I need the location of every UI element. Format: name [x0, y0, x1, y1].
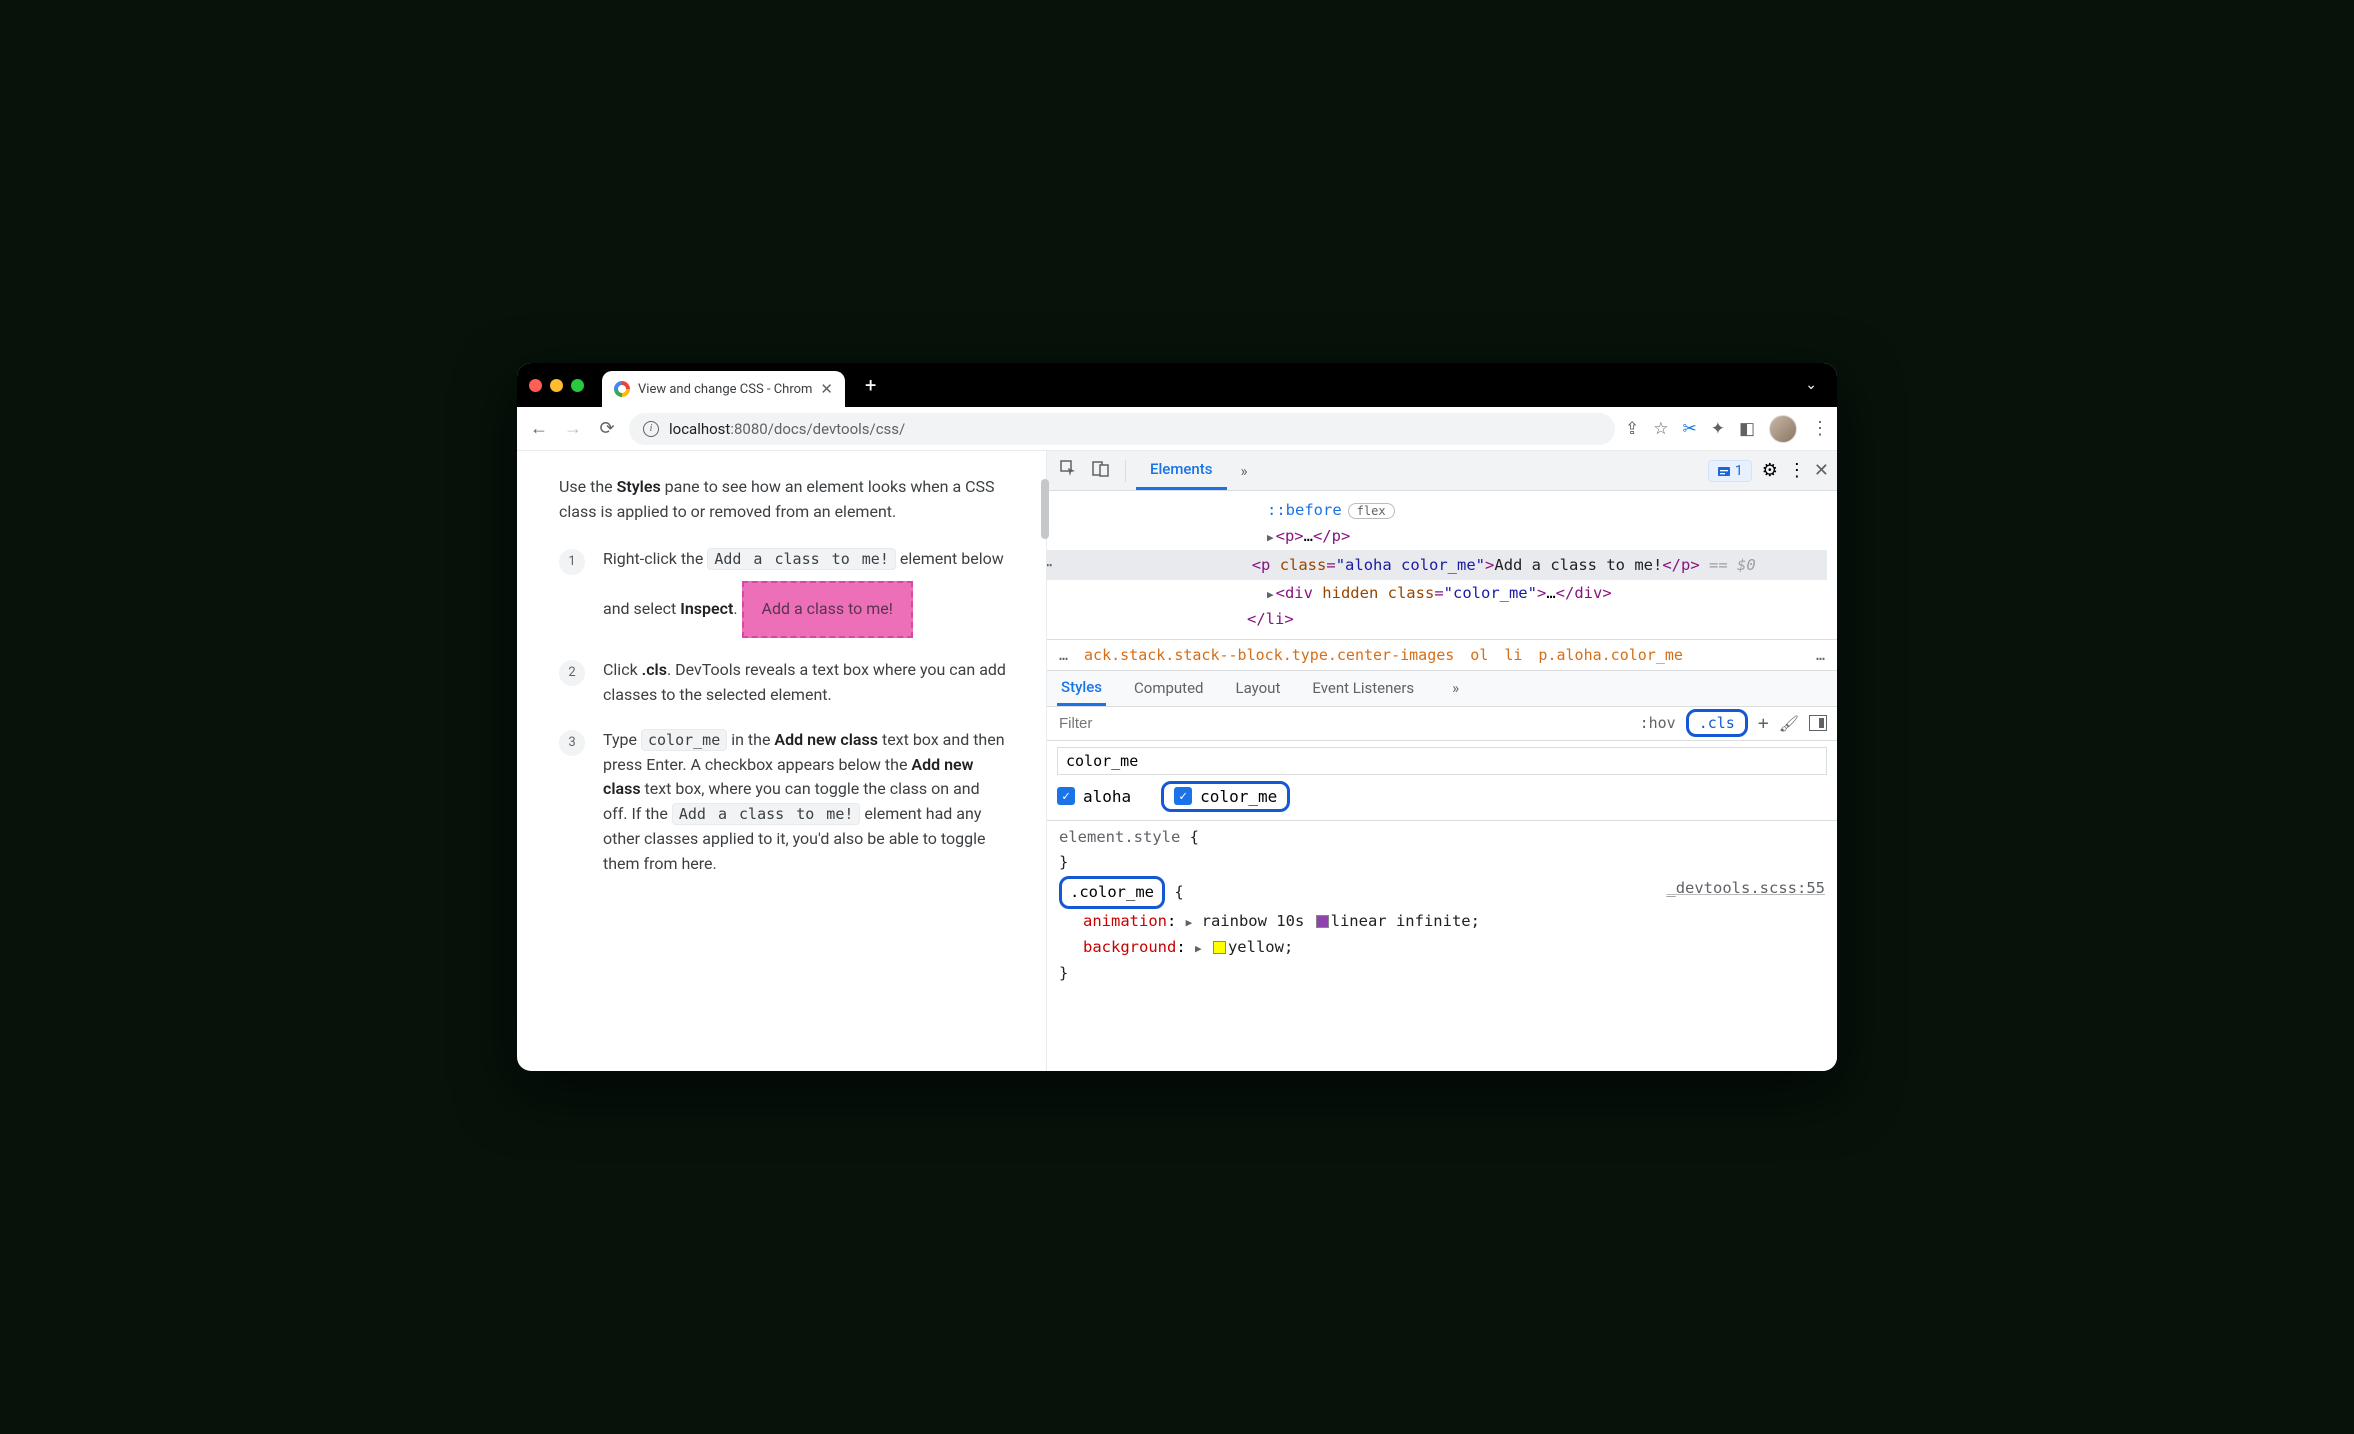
css-rules[interactable]: element.style { } .color_me { _devtools.…	[1047, 821, 1837, 994]
side-panel-icon[interactable]: ◧	[1739, 419, 1755, 439]
class-checkbox-aloha[interactable]: ✓ aloha	[1057, 781, 1131, 812]
crumb-ellipsis[interactable]: …	[1059, 646, 1068, 664]
step-1: 1 Right-click the Add a class to me! ele…	[559, 547, 1006, 639]
step-number: 1	[559, 549, 585, 575]
profile-avatar[interactable]	[1769, 415, 1797, 443]
tab-title: View and change CSS - Chrom	[638, 382, 812, 397]
chrome-menu-icon[interactable]: ⋮	[1811, 418, 1827, 439]
device-toggle-icon[interactable]	[1087, 460, 1115, 482]
styles-subtab[interactable]: Styles	[1057, 671, 1106, 706]
css-declaration[interactable]: animation: ▶ rainbow 10s linear infinite…	[1059, 909, 1825, 935]
devtools-panel: Elements » 1 ⚙ ⋮ ✕ ::beforeflex ▶<p>…</p…	[1047, 451, 1837, 1071]
new-tab-button[interactable]: +	[853, 373, 888, 397]
forward-button[interactable]: →	[561, 418, 585, 439]
class-editor: ✓ aloha ✓ color_me	[1047, 741, 1837, 821]
demo-add-class-box[interactable]: Add a class to me!	[742, 581, 913, 638]
step-3: 3 Type color_me in the Add new class tex…	[559, 728, 1006, 877]
issues-badge[interactable]: 1	[1708, 460, 1752, 482]
back-button[interactable]: ←	[527, 418, 551, 439]
page-content: Use the Styles pane to see how an elemen…	[517, 451, 1047, 1071]
color-swatch-icon[interactable]	[1213, 941, 1226, 954]
element-style-label: element.style	[1059, 828, 1180, 846]
more-subtabs-icon[interactable]: »	[1442, 679, 1469, 697]
cls-toggle[interactable]: .cls	[1686, 709, 1748, 737]
devtools-close-icon[interactable]: ✕	[1814, 460, 1829, 481]
layout-subtab[interactable]: Layout	[1232, 671, 1285, 706]
css-declaration[interactable]: background: ▶ yellow;	[1059, 935, 1825, 961]
content-area: Use the Styles pane to see how an elemen…	[517, 451, 1837, 1071]
dom-tree[interactable]: ::beforeflex ▶<p>…</p> ⋯ <p class="aloha…	[1047, 491, 1837, 639]
easing-swatch-icon[interactable]	[1316, 915, 1329, 928]
selected-dom-node[interactable]: ⋯ <p class="aloha color_me">Add a class …	[1047, 550, 1827, 580]
expand-triangle-icon[interactable]: ▶	[1267, 531, 1274, 544]
chrome-favicon-icon	[614, 381, 630, 397]
code-chip: Add a class to me!	[707, 548, 896, 570]
styles-filter-row: :hov .cls + 🖌	[1047, 707, 1837, 741]
css-source-link[interactable]: _devtools.scss:55	[1666, 876, 1825, 910]
inspect-element-icon[interactable]	[1055, 460, 1083, 482]
new-style-rule-icon[interactable]: +	[1758, 713, 1769, 734]
settings-gear-icon[interactable]: ⚙	[1762, 460, 1778, 481]
flex-badge[interactable]: flex	[1348, 503, 1395, 519]
traffic-lights	[529, 379, 584, 392]
tab-list-chevron-icon[interactable]: ⌄	[1805, 377, 1817, 393]
css-selector[interactable]: .color_me	[1059, 876, 1165, 910]
scissors-icon[interactable]: ✂	[1682, 419, 1696, 439]
tab-bar: View and change CSS - Chrom ✕ + ⌄	[517, 363, 1837, 407]
reload-button[interactable]: ⟳	[595, 418, 619, 439]
add-new-class-input[interactable]	[1057, 747, 1827, 775]
hov-toggle[interactable]: :hov	[1640, 714, 1676, 732]
code-chip: color_me	[641, 729, 727, 751]
more-tabs-icon[interactable]: »	[1231, 462, 1258, 480]
share-icon[interactable]: ⇪	[1625, 419, 1639, 439]
code-chip: Add a class to me!	[672, 803, 861, 825]
expand-triangle-icon[interactable]: ▶	[1267, 588, 1274, 601]
styles-subtabs: Styles Computed Layout Event Listeners »	[1047, 671, 1837, 707]
step-number: 3	[559, 730, 585, 756]
browser-tab[interactable]: View and change CSS - Chrom ✕	[602, 371, 845, 407]
close-window-button[interactable]	[529, 379, 542, 392]
elements-tab[interactable]: Elements	[1136, 451, 1227, 490]
tab-close-icon[interactable]: ✕	[820, 380, 833, 398]
dom-breadcrumb[interactable]: … ack.stack.stack--block.type.center-ima…	[1047, 639, 1837, 671]
extensions-puzzle-icon[interactable]: ✦	[1711, 419, 1725, 439]
url-text: localhost:8080/docs/devtools/css/	[669, 420, 905, 438]
intro-paragraph: Use the Styles pane to see how an elemen…	[559, 475, 1006, 525]
styles-filter-input[interactable]	[1047, 715, 1640, 732]
event-listeners-subtab[interactable]: Event Listeners	[1308, 671, 1418, 706]
checkbox-checked-icon[interactable]: ✓	[1174, 787, 1192, 805]
checkbox-checked-icon[interactable]: ✓	[1057, 787, 1075, 805]
computed-styles-icon[interactable]: 🖌	[1779, 714, 1799, 733]
toggle-sidebar-icon[interactable]	[1809, 715, 1827, 731]
computed-subtab[interactable]: Computed	[1130, 671, 1208, 706]
minimize-window-button[interactable]	[550, 379, 563, 392]
step-number: 2	[559, 660, 585, 686]
step-2: 2 Click .cls. DevTools reveals a text bo…	[559, 658, 1006, 708]
maximize-window-button[interactable]	[571, 379, 584, 392]
site-info-icon[interactable]: i	[643, 421, 659, 437]
crumb-ellipsis[interactable]: …	[1816, 646, 1825, 664]
url-box[interactable]: i localhost:8080/docs/devtools/css/	[629, 413, 1615, 445]
devtools-tab-bar: Elements » 1 ⚙ ⋮ ✕	[1047, 451, 1837, 491]
class-checkbox-color-me[interactable]: ✓ color_me	[1161, 781, 1290, 812]
address-bar: ← → ⟳ i localhost:8080/docs/devtools/css…	[517, 407, 1837, 451]
chrome-window: View and change CSS - Chrom ✕ + ⌄ ← → ⟳ …	[517, 363, 1837, 1071]
devtools-menu-icon[interactable]: ⋮	[1788, 460, 1804, 481]
bookmark-star-icon[interactable]: ☆	[1653, 419, 1668, 439]
